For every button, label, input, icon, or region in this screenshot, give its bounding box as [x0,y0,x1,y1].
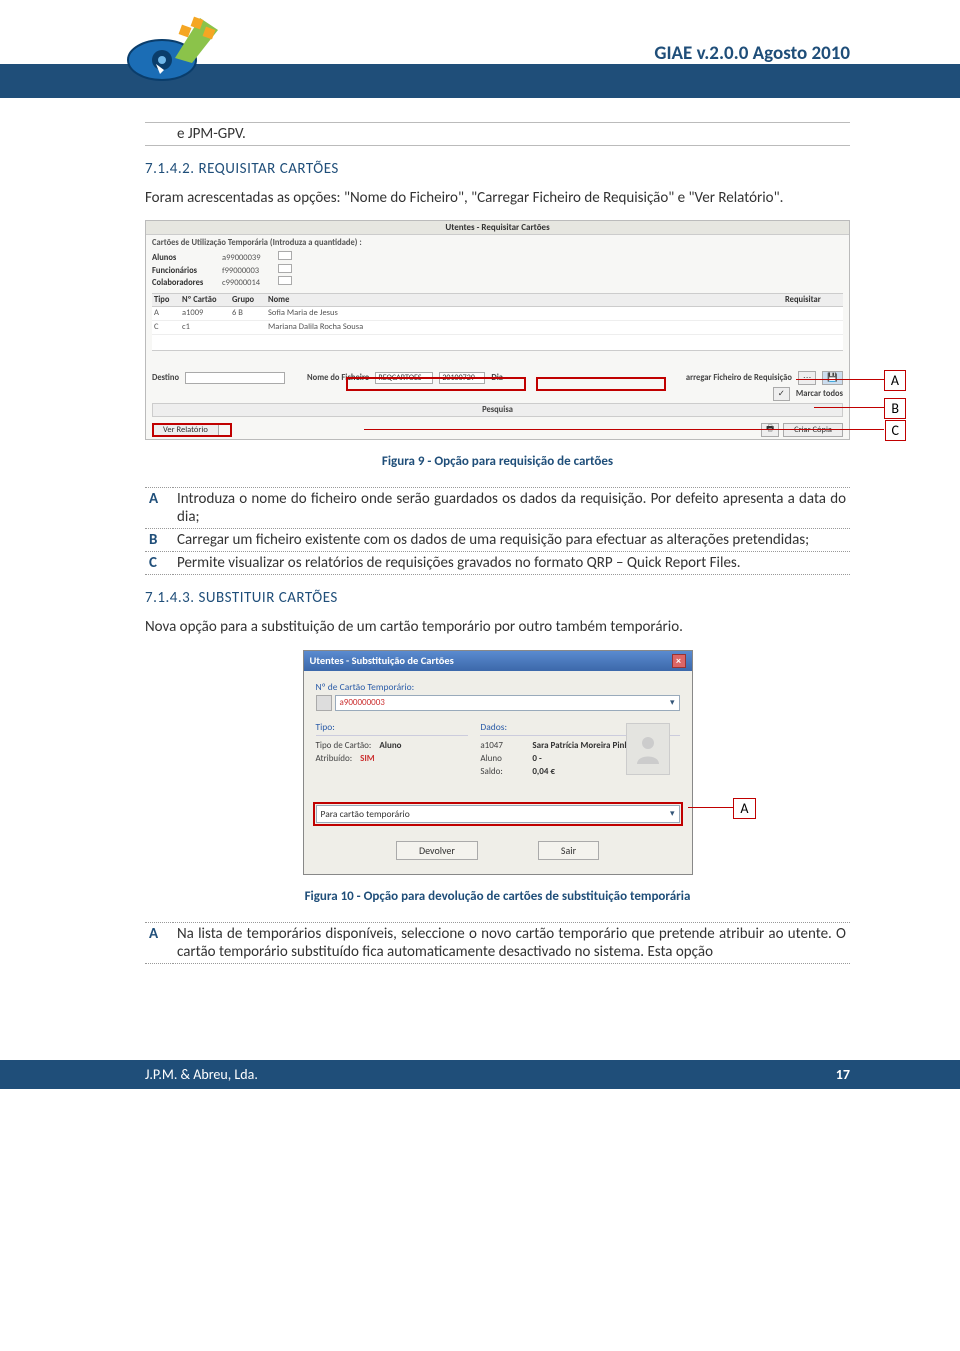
fig9-qty-row: Funcionáriosf99000003 [152,264,843,277]
section-intro-7143: Nova opção para a substituição de um car… [145,617,850,637]
th-req: Requisitar [783,294,843,307]
btn-print-icon[interactable]: 🖶 [761,423,779,437]
section-title-7143: 7.1.4.3. SUBSTITUIR CARTÕES [145,589,850,607]
fig10-callout-a: A [733,798,755,819]
desc-val: Na lista de temporários disponíveis, sel… [173,922,850,963]
figure-9-wrap: Utentes - Requisitar Cartões Cartões de … [145,220,850,440]
desc-key: A [145,488,173,529]
fig10-title: Utentes - Substituição de Cartões [310,654,454,667]
section-intro-7142: Foram acrescentadas as opções: "Nome do … [145,188,850,208]
desc-val: Permite visualizar os relatórios de requ… [173,552,850,575]
desc-val: Introduza o nome do ficheiro onde serão … [173,488,850,529]
footer-page-number: 17 [836,1066,850,1083]
btn-save-icon[interactable]: 💾 [822,371,843,385]
btn-devolver[interactable]: Devolver [396,841,478,860]
fig10-tipo-row: Atribuído:SIM [316,753,469,764]
th-nome: Nome [266,294,783,307]
desc-key: A [145,922,173,963]
lbl-destino: Destino [152,373,179,383]
page-content: e JPM-GPV. 7.1.4.2. REQUISITAR CARTÕES F… [0,98,960,1010]
fig9-qty-row: Alunosa99000039 [152,251,843,264]
figure-9-caption: Figura 9 - Opção para requisição de cart… [145,454,850,469]
th-grupo: Grupo [230,294,266,307]
footer-company: J.P.M. & Abreu, Lda. [145,1066,258,1083]
fig9-callout-c: C [885,420,906,441]
figure-9-panel: Utentes - Requisitar Cartões Cartões de … [145,220,850,440]
fig9-data-row: Cc1Mariana Dalila Rocha Sousa [152,321,843,335]
fig9-redbox-a [346,377,526,391]
fig9-callout-a: A [884,370,906,391]
fig9-subtitle: Cartões de Utilização Temporária (Introd… [152,238,843,249]
lbl-pesquisa: Pesquisa [482,405,513,415]
btn-criar-copia[interactable]: Criar Cópia [783,423,843,437]
th-tipo: Tipo [152,294,180,307]
fig9-redbox-c [152,423,232,437]
btn-sair[interactable]: Sair [538,841,599,860]
logo-icon [120,8,230,92]
figure-10-caption: Figura 10 - Opção para devolução de cart… [145,889,850,904]
desc-key: B [145,529,173,552]
btn-carregar-icon[interactable]: ⋯ [798,371,817,385]
lbl-carregar: arregar Ficheiro de Requisição [686,373,792,383]
num-cartao-value: a900000003 [340,697,385,708]
fig9-data-row: Aa10096 BSofia Maria de Jesus [152,307,843,321]
page-header: GIAE v.2.0.0 Agosto 2010 [0,0,960,98]
desc-table-2: ANa lista de temporários disponíveis, se… [145,922,850,964]
desc-table-1: AIntroduza o nome do ficheiro onde serão… [145,487,850,575]
fig9-qty-row: Colaboradoresc99000014 [152,276,843,289]
page-footer: J.P.M. & Abreu, Lda. 17 [0,1060,960,1089]
fig9-title: Utentes - Requisitar Cartões [146,221,849,235]
fig9-redbox-b [536,377,666,391]
desc-key: C [145,552,173,575]
avatar-placeholder [626,723,670,775]
fig10-redbox-a [313,802,683,826]
fig9-callout-b: B [884,398,906,419]
input-num-cartao[interactable]: a900000003 ▾ [335,695,680,711]
lbl-num-cartao: Nº de Cartão Temporário: [316,681,680,693]
figure-10-panel: Utentes - Substituição de Cartões × Nº d… [303,650,693,875]
desc-val: Carregar um ficheiro existente com os da… [173,529,850,552]
close-icon[interactable]: × [672,654,686,668]
figure-10-wrap: Utentes - Substituição de Cartões × Nº d… [145,650,850,875]
chk-marcar[interactable]: ✓ [773,387,790,401]
fld-destino[interactable] [185,372,285,384]
carryover-table: e JPM-GPV. [145,122,850,146]
fig10-tipo-row: Tipo de Cartão:Aluno [316,740,469,751]
chevron-down-icon: ▾ [670,697,675,708]
header-title: GIAE v.2.0.0 Agosto 2010 [654,42,850,65]
carryover-text: e JPM-GPV. [173,123,850,146]
section-title-7142: 7.1.4.2. REQUISITAR CARTÕES [145,160,850,178]
col1-head: Tipo: [316,721,469,736]
th-num: Nº Cartão [180,294,230,307]
card-icon [316,695,332,711]
lbl-marcar: Marcar todos [796,389,843,399]
